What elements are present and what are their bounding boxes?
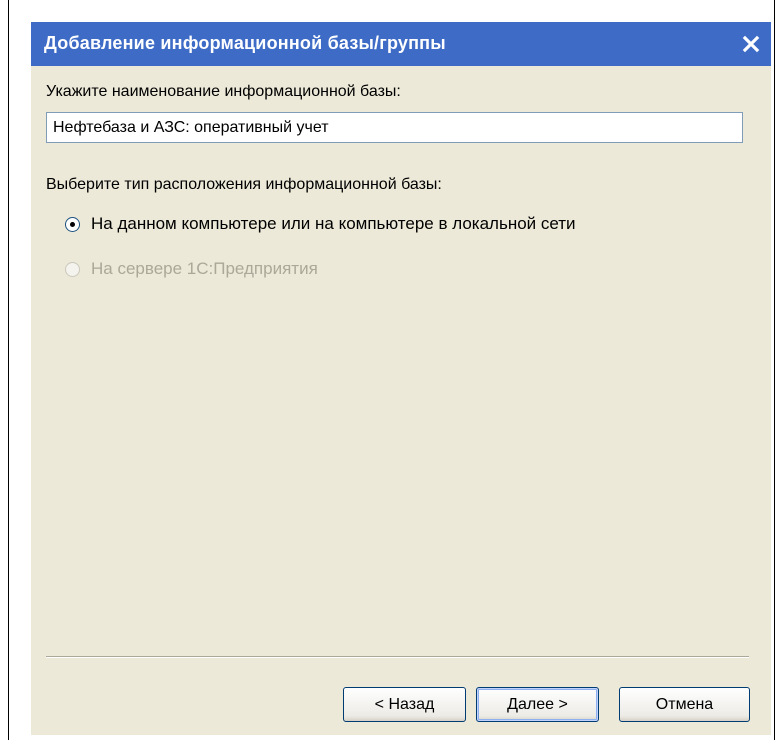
close-icon — [742, 35, 760, 53]
close-button[interactable] — [737, 30, 765, 58]
radio-button-server — [65, 261, 80, 277]
radio-option-server: На сервере 1С:Предприятия — [65, 259, 318, 279]
radio-button-local[interactable] — [65, 216, 80, 232]
add-infobase-dialog: Добавление информационной базы/группы Ук… — [31, 22, 771, 735]
radio-option-local[interactable]: На данном компьютере или на компьютере в… — [65, 214, 576, 234]
infobase-name-label: Укажите наименование информационной базы… — [46, 83, 401, 100]
radio-label-server: На сервере 1С:Предприятия — [91, 259, 318, 278]
frame-border-left — [8, 0, 9, 740]
infobase-name-input[interactable] — [46, 112, 743, 143]
location-type-label: Выберите тип расположения информационной… — [46, 176, 442, 193]
dialog-title: Добавление информационной базы/группы — [44, 33, 446, 53]
cancel-button[interactable]: Отмена — [619, 687, 750, 722]
radio-label-local: На данном компьютере или на компьютере в… — [91, 214, 576, 233]
dialog-titlebar: Добавление информационной базы/группы — [31, 22, 771, 66]
frame-border-right — [774, 0, 775, 740]
footer-separator — [46, 656, 749, 658]
back-button[interactable]: < Назад — [343, 687, 466, 722]
next-button[interactable]: Далее > — [476, 687, 599, 722]
